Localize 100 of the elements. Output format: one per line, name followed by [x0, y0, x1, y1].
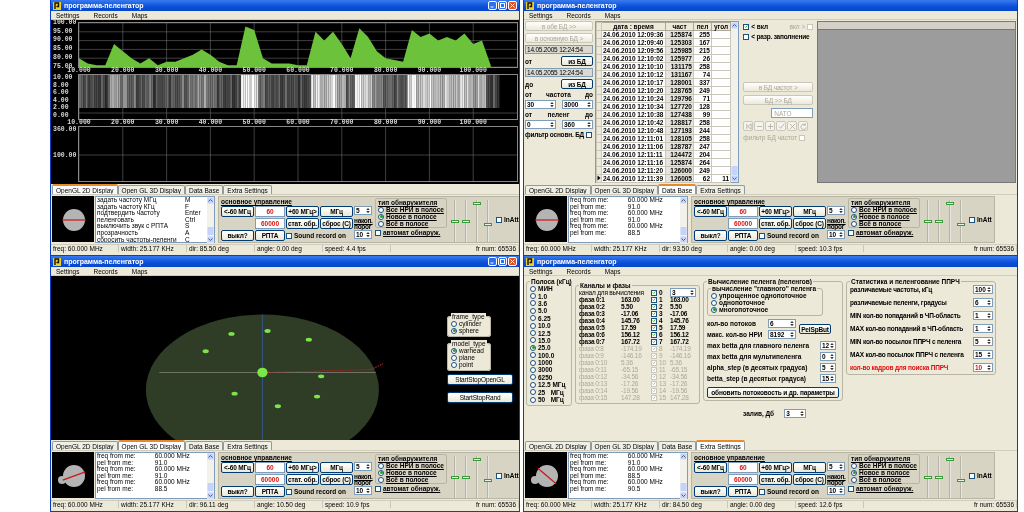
checkbox[interactable]: [375, 485, 381, 492]
checkbox[interactable]: [375, 229, 381, 236]
radio-button[interactable]: [378, 220, 384, 227]
checkbox[interactable]: [759, 488, 765, 495]
radio-button[interactable]: [378, 476, 384, 483]
checkbox[interactable]: [651, 324, 657, 331]
checkbox[interactable]: [651, 338, 657, 345]
checkbox[interactable]: [743, 23, 750, 30]
radio-button[interactable]: [530, 307, 536, 314]
vertical-slider[interactable]: [483, 456, 492, 498]
close-button[interactable]: [508, 1, 517, 10]
vertical-slider[interactable]: [461, 456, 470, 498]
checkbox[interactable]: [743, 33, 750, 40]
radio-button[interactable]: [530, 359, 536, 366]
vertical-slider[interactable]: [945, 200, 954, 242]
radio-button[interactable]: [851, 469, 857, 476]
radio-button[interactable]: [530, 352, 536, 359]
vertical-slider[interactable]: [923, 200, 932, 242]
radio-button[interactable]: [530, 374, 536, 381]
radio-button[interactable]: [378, 469, 384, 476]
vertical-slider[interactable]: [450, 456, 459, 498]
radio-button[interactable]: [451, 354, 457, 361]
checkbox[interactable]: [651, 289, 657, 296]
scrollbar[interactable]: [207, 453, 214, 499]
slider-thumb[interactable]: [483, 479, 492, 483]
minimize-button[interactable]: [488, 1, 497, 10]
checkbox[interactable]: [651, 317, 657, 324]
checkbox[interactable]: [651, 296, 657, 303]
minimize-button[interactable]: [488, 257, 497, 266]
checkbox[interactable]: [495, 216, 502, 223]
slider-thumb[interactable]: [450, 475, 459, 479]
slider-thumb[interactable]: [956, 479, 965, 483]
slider-thumb[interactable]: [923, 475, 932, 479]
radio-button[interactable]: [711, 299, 717, 306]
radio-button[interactable]: [530, 322, 536, 329]
maximize-button[interactable]: [498, 1, 507, 10]
checkbox[interactable]: [286, 488, 292, 495]
vertical-slider[interactable]: [923, 456, 932, 498]
slider-thumb[interactable]: [483, 223, 492, 227]
checkbox[interactable]: [651, 331, 657, 338]
radio-button[interactable]: [378, 213, 384, 220]
radio-button[interactable]: [530, 293, 536, 300]
radio-button[interactable]: [451, 347, 457, 354]
checkbox[interactable]: [968, 216, 975, 223]
vertical-slider[interactable]: [461, 200, 470, 242]
radio-button[interactable]: [530, 330, 536, 337]
slider-thumb[interactable]: [945, 457, 954, 461]
checkbox[interactable]: [968, 472, 975, 479]
slider-thumb[interactable]: [461, 219, 470, 223]
vertical-slider[interactable]: [956, 456, 965, 498]
checkbox[interactable]: [848, 229, 854, 236]
vertical-slider[interactable]: [472, 456, 481, 498]
slider-thumb[interactable]: [934, 219, 943, 223]
checkbox[interactable]: [651, 310, 657, 317]
vertical-slider[interactable]: [483, 200, 492, 242]
slider-thumb[interactable]: [450, 219, 459, 223]
slider-thumb[interactable]: [956, 223, 965, 227]
scrollbar[interactable]: [680, 197, 687, 243]
radio-button[interactable]: [530, 300, 536, 307]
radio-button[interactable]: [530, 285, 536, 292]
slider-thumb[interactable]: [461, 475, 470, 479]
radio-button[interactable]: [851, 213, 857, 220]
vertical-slider[interactable]: [472, 200, 481, 242]
radio-button[interactable]: [451, 361, 457, 368]
slider-thumb[interactable]: [945, 201, 954, 205]
radio-button[interactable]: [530, 389, 536, 396]
checkbox[interactable]: [848, 485, 854, 492]
checkbox[interactable]: [286, 232, 292, 239]
vertical-slider[interactable]: [934, 200, 943, 242]
checkbox[interactable]: [759, 232, 765, 239]
vertical-slider[interactable]: [956, 200, 965, 242]
vertical-slider[interactable]: [450, 200, 459, 242]
radio-button[interactable]: [530, 381, 536, 388]
scrollbar[interactable]: [207, 197, 214, 243]
checkbox[interactable]: [586, 131, 593, 138]
radio-button[interactable]: [711, 306, 717, 313]
radio-button[interactable]: [378, 206, 384, 213]
scrollbar[interactable]: [680, 453, 687, 499]
radio-button[interactable]: [530, 344, 536, 351]
radio-button[interactable]: [378, 462, 384, 469]
radio-button[interactable]: [451, 327, 457, 334]
radio-button[interactable]: [530, 337, 536, 344]
slider-thumb[interactable]: [472, 457, 481, 461]
slider-thumb[interactable]: [472, 201, 481, 205]
checkbox[interactable]: [495, 472, 502, 479]
scrollbar[interactable]: [731, 22, 739, 182]
slider-thumb[interactable]: [934, 475, 943, 479]
checkbox[interactable]: [651, 303, 657, 310]
radio-button[interactable]: [851, 206, 857, 213]
radio-button[interactable]: [851, 476, 857, 483]
radio-button[interactable]: [851, 462, 857, 469]
vertical-slider[interactable]: [934, 456, 943, 498]
close-button[interactable]: [508, 257, 517, 266]
radio-button[interactable]: [530, 396, 536, 403]
slider-thumb[interactable]: [923, 219, 932, 223]
radio-button[interactable]: [711, 292, 717, 299]
radio-button[interactable]: [530, 315, 536, 322]
vertical-slider[interactable]: [945, 456, 954, 498]
radio-button[interactable]: [530, 367, 536, 373]
radio-button[interactable]: [451, 320, 457, 327]
